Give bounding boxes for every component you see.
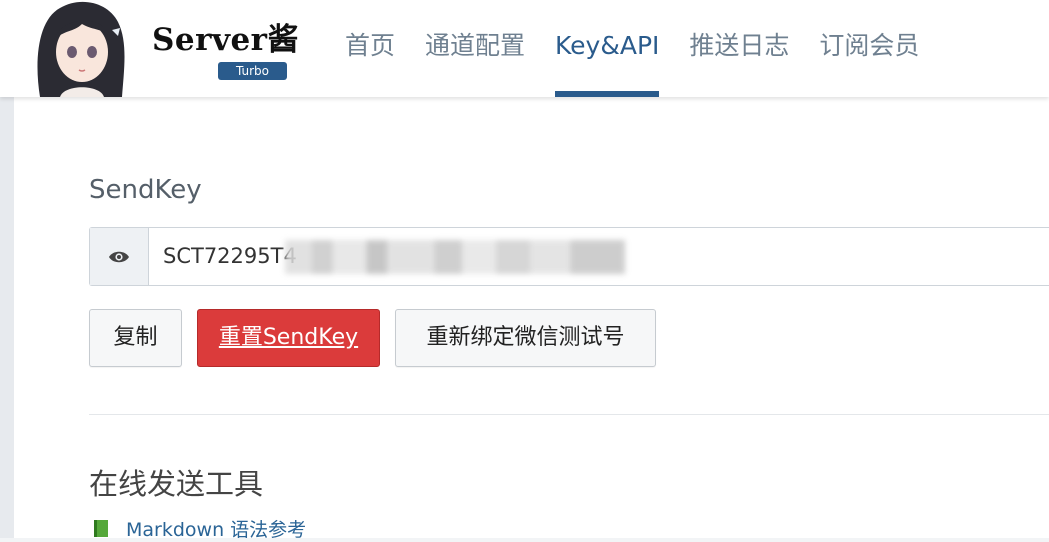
nav-item-subscription[interactable]: 订阅会员 [804, 0, 934, 97]
sendkey-redaction [285, 240, 625, 274]
copy-button[interactable]: 复制 [89, 309, 182, 367]
book-icon [94, 520, 108, 537]
section-divider [89, 414, 1049, 415]
main-nav: 首页 通道配置 Key&API 推送日志 订阅会员 [330, 0, 934, 97]
eye-icon [109, 251, 129, 262]
nav-item-key-api[interactable]: Key&API [540, 0, 674, 97]
rebind-wechat-button[interactable]: 重新绑定微信测试号 [395, 309, 656, 367]
sendkey-label: SendKey [89, 175, 202, 205]
top-navbar: Server酱 Turbo 首页 通道配置 Key&API 推送日志 订阅会员 [0, 0, 1049, 97]
left-gutter [0, 97, 14, 538]
brand-title[interactable]: Server酱 [152, 14, 299, 59]
avatar-illustration [30, 0, 130, 97]
toggle-visibility-button[interactable] [90, 228, 149, 285]
online-tools-title: 在线发送工具 [89, 467, 264, 501]
main-content: SendKey SCT72295T4 复制 重置SendKey 重新绑定微信测试… [14, 97, 1049, 541]
avatar[interactable] [30, 0, 130, 97]
nav-item-home[interactable]: 首页 [330, 0, 410, 97]
brand-badge: Turbo [218, 62, 287, 80]
sendkey-input-group: SCT72295T4 [89, 227, 1049, 286]
sendkey-field[interactable]: SCT72295T4 [163, 228, 297, 285]
nav-item-channel-config[interactable]: 通道配置 [410, 0, 540, 97]
reset-sendkey-button[interactable]: 重置SendKey [197, 309, 380, 367]
nav-item-push-log[interactable]: 推送日志 [674, 0, 804, 97]
